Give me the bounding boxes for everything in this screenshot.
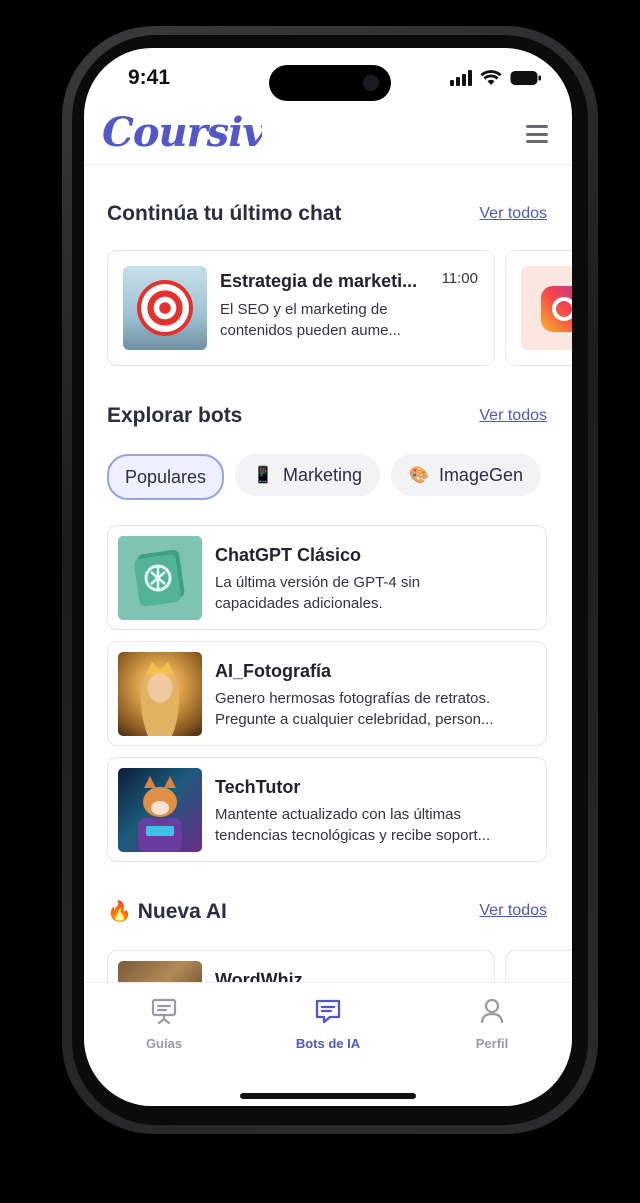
chip-populares[interactable]: Populares bbox=[107, 454, 225, 500]
mobile-phone-icon: 📱 bbox=[253, 467, 273, 484]
status-icons bbox=[450, 70, 542, 86]
app-screen: 9:41 Coursiv Continúa tu último chat Ver… bbox=[84, 48, 572, 1106]
target-icon bbox=[137, 280, 193, 336]
chat-title: Estrategia de marketi... bbox=[220, 271, 418, 291]
section-title-new-ai: 🔥 Nueva AI bbox=[107, 900, 227, 923]
tab-bots-de-ia[interactable]: Bots de IA bbox=[268, 997, 388, 1051]
see-all-new-ai-link[interactable]: Ver todos bbox=[479, 902, 547, 920]
bot-description: Genero hermosas fotografías de retratos.… bbox=[215, 690, 494, 728]
section-title-explore-bots: Explorar bots bbox=[107, 404, 243, 427]
status-bar: 9:41 bbox=[84, 48, 572, 112]
instagram-thumbnail bbox=[521, 266, 572, 350]
chatgpt-logo-thumbnail bbox=[118, 536, 202, 620]
next-chat-card[interactable] bbox=[505, 250, 572, 366]
bot-name: ChatGPT Clásico bbox=[215, 545, 362, 565]
status-time: 9:41 bbox=[128, 66, 171, 89]
see-all-bots-link[interactable]: Ver todos bbox=[479, 407, 547, 425]
shiba-robot-thumbnail bbox=[118, 768, 202, 852]
tab-perfil[interactable]: Perfil bbox=[432, 997, 552, 1051]
chat-thumbnail-target-image bbox=[123, 266, 207, 350]
bot-card-chatgpt-clasico[interactable]: ChatGPT Clásico La última versión de GPT… bbox=[107, 525, 547, 630]
category-chips: Populares 📱 Marketing 🎨 ImageGen bbox=[107, 454, 541, 500]
presentation-board-icon bbox=[151, 998, 177, 1025]
bot-description: La última versión de GPT-4 sin capacidad… bbox=[215, 574, 421, 612]
last-chat-card[interactable]: Estrategia de marketi... 11:00 El SEO y … bbox=[107, 250, 495, 366]
wifi-icon bbox=[480, 70, 502, 85]
battery-icon bbox=[510, 71, 541, 85]
fire-icon: 🔥 bbox=[107, 901, 132, 923]
chat-message-icon bbox=[315, 999, 341, 1024]
chat-time: 11:00 bbox=[441, 270, 478, 287]
tab-guias[interactable]: Guías bbox=[104, 997, 224, 1051]
bot-name: AI_Fotografía bbox=[215, 661, 332, 681]
see-all-chats-link[interactable]: Ver todos bbox=[479, 205, 547, 223]
home-indicator[interactable] bbox=[240, 1093, 416, 1099]
hamburger-icon bbox=[526, 125, 548, 128]
palette-icon: 🎨 bbox=[409, 467, 429, 484]
svg-text:Coursiv: Coursiv bbox=[102, 109, 262, 156]
bot-card-techtutor[interactable]: TechTutor Mantente actualizado con las ú… bbox=[107, 757, 547, 862]
bot-description: Mantente actualizado con las últimas ten… bbox=[215, 806, 491, 844]
bot-card-ai-fotografia[interactable]: AI_Fotografía Genero hermosas fotografía… bbox=[107, 641, 547, 746]
bot-name: TechTutor bbox=[215, 777, 301, 797]
app-header: Coursiv bbox=[84, 109, 572, 165]
chat-preview: El SEO y el marketing de contenidos pued… bbox=[220, 301, 401, 339]
chip-imagegen[interactable]: 🎨 ImageGen bbox=[391, 454, 541, 496]
cellular-signal-icon bbox=[450, 70, 472, 86]
instagram-icon bbox=[541, 286, 572, 332]
portrait-photo-thumbnail bbox=[118, 652, 202, 736]
coursiv-logo[interactable]: Coursiv bbox=[102, 106, 262, 164]
dynamic-island bbox=[269, 65, 391, 101]
chip-marketing[interactable]: 📱 Marketing bbox=[235, 454, 381, 496]
bottom-tab-bar: Guías Bots de IA Perfil bbox=[84, 982, 572, 1106]
menu-button[interactable] bbox=[526, 125, 548, 143]
section-title-continue-chat: Continúa tu último chat bbox=[107, 202, 342, 225]
user-icon bbox=[480, 998, 504, 1024]
openai-icon bbox=[134, 549, 185, 607]
